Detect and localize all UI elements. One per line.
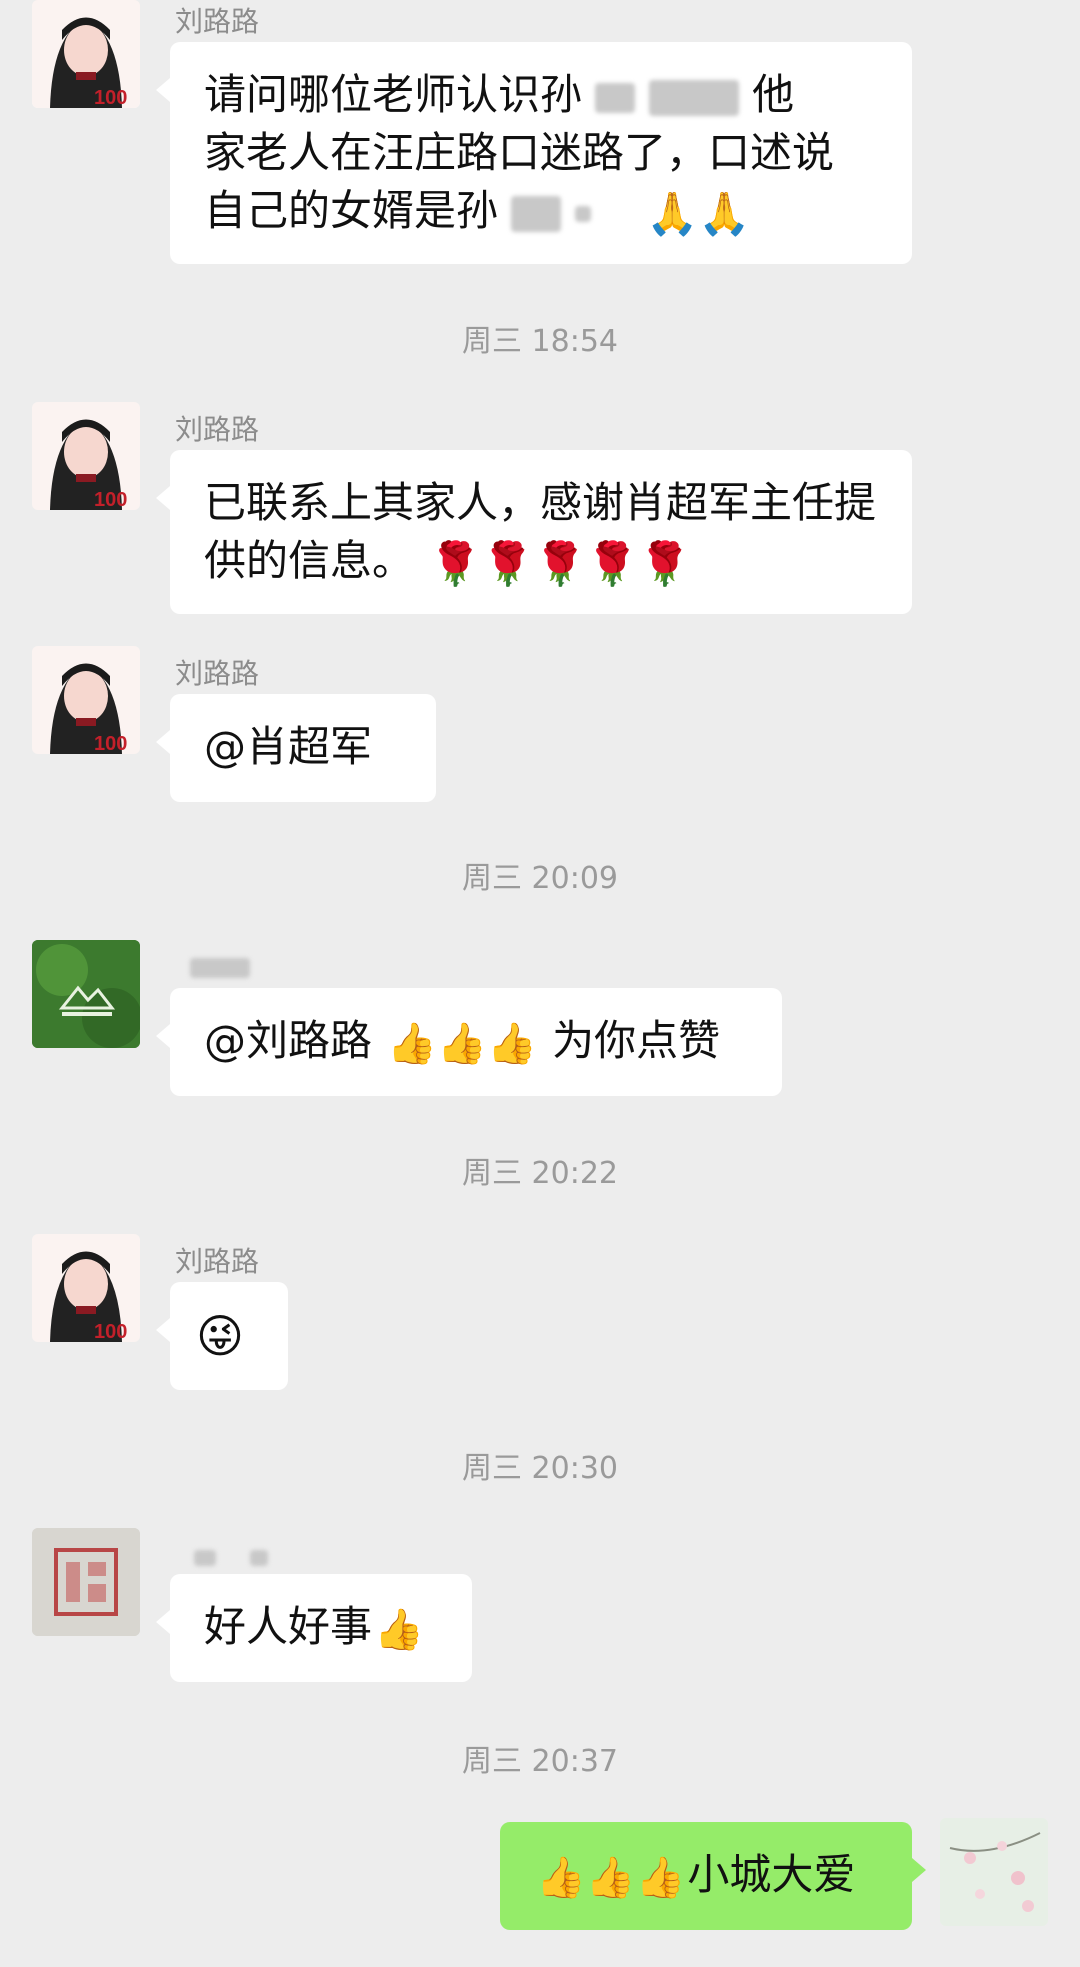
message-text: @刘路路 bbox=[204, 1016, 386, 1065]
thumbs-up-emoji-icon: 👍👍👍 bbox=[536, 1854, 686, 1901]
message-bubble[interactable]: 好人好事👍 bbox=[156, 1574, 472, 1682]
avatar[interactable]: 100 bbox=[32, 1234, 140, 1342]
svg-text:100: 100 bbox=[94, 489, 127, 510]
redacted-block bbox=[511, 195, 562, 232]
message-text: 家老人在汪庄路口迷路了，口述说 bbox=[204, 128, 835, 177]
message-text: 自己的女婿是孙 bbox=[204, 186, 499, 235]
timestamp: 周三 18:54 bbox=[462, 324, 618, 359]
thumbs-up-emoji-icon: 👍 bbox=[374, 1606, 424, 1653]
avatar-girl-icon: 100 bbox=[32, 1234, 140, 1342]
avatar-blossom-icon bbox=[940, 1818, 1048, 1926]
message-bubble[interactable]: 😜 bbox=[156, 1282, 288, 1390]
redacted-block bbox=[648, 79, 739, 116]
thumbs-up-emoji-icon: 👍👍👍 bbox=[387, 1020, 537, 1067]
message-bubble[interactable]: 请问哪位老师认识孙 他 家老人在汪庄路口迷路了，口述说 自己的女婿是孙 🙏🙏 bbox=[156, 42, 912, 264]
message-text: 请问哪位老师认识孙 bbox=[204, 70, 583, 119]
avatar-girl-icon: 100 bbox=[32, 0, 140, 108]
pray-emoji-icon: 🙏🙏 bbox=[646, 188, 751, 238]
message-text: @肖超军 bbox=[204, 722, 373, 771]
avatar-seal-icon bbox=[32, 1528, 140, 1636]
avatar[interactable]: 100 bbox=[32, 646, 140, 754]
sender-name: 刘路路 bbox=[175, 657, 260, 690]
timestamp: 周三 20:30 bbox=[462, 1451, 618, 1486]
redacted-name bbox=[194, 1550, 216, 1566]
redacted-block bbox=[595, 82, 636, 113]
redacted-name bbox=[250, 1550, 268, 1566]
avatar[interactable] bbox=[32, 940, 140, 1048]
timestamp: 周三 20:22 bbox=[462, 1156, 618, 1191]
redacted-name bbox=[190, 958, 250, 978]
message-bubble[interactable]: @刘路路 👍👍👍 为你点赞 bbox=[156, 988, 782, 1096]
message-text: 为你点赞 bbox=[552, 1016, 721, 1065]
svg-text:100: 100 bbox=[94, 733, 127, 754]
avatar[interactable] bbox=[940, 1818, 1048, 1926]
svg-text:100: 100 bbox=[94, 1321, 127, 1342]
timestamp: 周三 20:37 bbox=[462, 1744, 618, 1779]
avatar-girl-icon: 100 bbox=[32, 402, 140, 510]
rose-emoji-icon: 🌹🌹🌹🌹🌹 bbox=[429, 538, 691, 588]
sender-name: 刘路路 bbox=[175, 5, 260, 38]
sender-name: 刘路路 bbox=[175, 413, 260, 446]
avatar[interactable]: 100 bbox=[32, 0, 140, 108]
wink-emoji-icon: 😜 bbox=[196, 1308, 244, 1363]
avatar-green-logo-icon bbox=[32, 940, 140, 1048]
avatar[interactable] bbox=[32, 1528, 140, 1636]
avatar-girl-icon: 100 bbox=[32, 646, 140, 754]
message-text: 他 bbox=[752, 70, 795, 119]
svg-text:100: 100 bbox=[94, 87, 127, 108]
sender-name: 刘路路 bbox=[175, 1245, 260, 1278]
message-bubble[interactable]: 已联系上其家人，感谢肖超军主任提供的信息。 🌹🌹🌹🌹🌹 bbox=[156, 450, 912, 614]
message-bubble-mine[interactable]: 👍👍👍小城大爱 bbox=[500, 1822, 926, 1930]
avatar[interactable]: 100 bbox=[32, 402, 140, 510]
message-text: 好人好事 bbox=[204, 1602, 373, 1651]
message-bubble[interactable]: @肖超军 bbox=[156, 694, 436, 802]
message-text: 小城大爱 bbox=[687, 1850, 856, 1899]
timestamp: 周三 20:09 bbox=[462, 861, 618, 896]
redacted-block bbox=[574, 205, 591, 222]
